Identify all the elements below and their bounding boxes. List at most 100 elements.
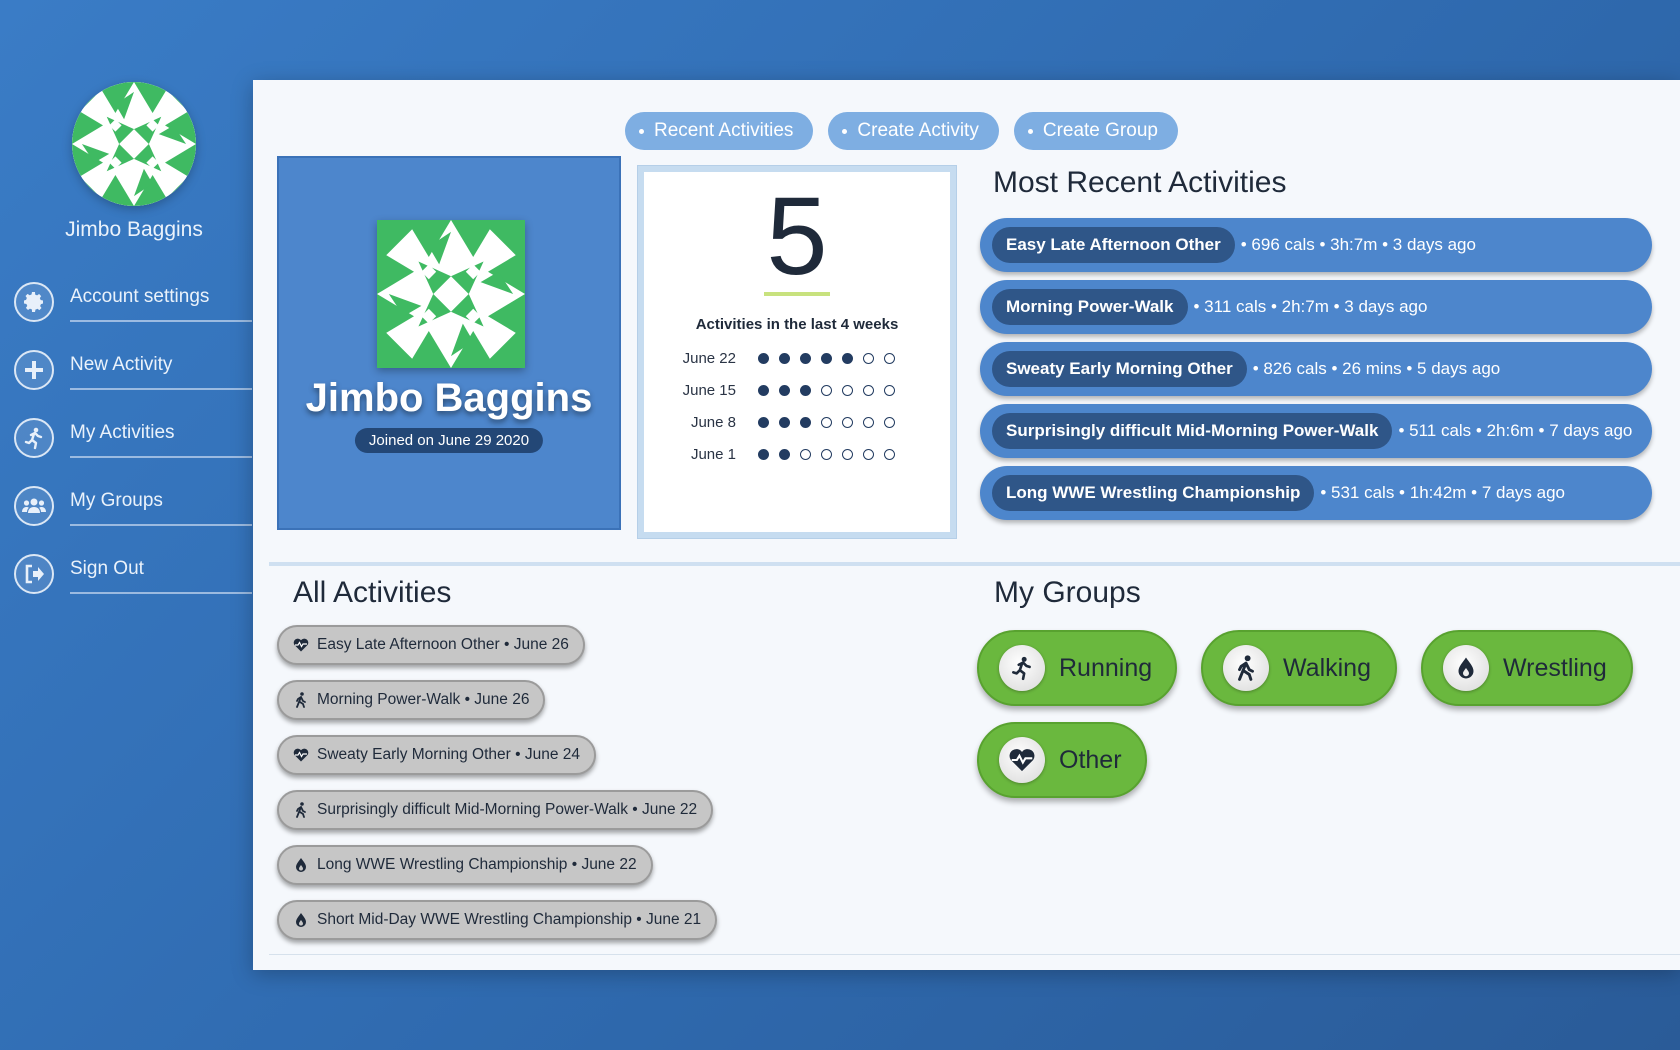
activity-meta: • 826 cals • 26 mins • 5 days ago <box>1252 359 1501 378</box>
users-icon <box>14 486 54 526</box>
sidebar-item-label: Account settings <box>70 286 252 322</box>
week-label: June 8 <box>690 413 736 431</box>
stats-title: Activities in the last 4 weeks <box>695 316 899 333</box>
joined-badge: Joined on June 29 2020 <box>354 428 544 453</box>
activity-list-item[interactable]: Short Mid-Day WWE Wrestling Championship… <box>277 900 718 940</box>
main-panel: Recent Activities Create Activity Create… <box>253 80 1680 970</box>
week-label: June 22 <box>682 349 736 367</box>
activity-name: Long WWE Wrestling Championship <box>992 475 1315 511</box>
recent-activity-row[interactable]: Morning Power-Walk • 311 cals • 2h:7m • 3… <box>980 280 1652 334</box>
activity-dot-filled <box>779 416 790 428</box>
activity-list-item[interactable]: Surprisingly difficult Mid-Morning Power… <box>277 790 714 830</box>
recent-activities-button[interactable]: Recent Activities <box>625 112 814 150</box>
recent-activity-row[interactable]: Sweaty Early Morning Other • 826 cals • 2… <box>980 342 1652 396</box>
sidebar-item-account-settings[interactable]: Account settings <box>12 278 252 346</box>
walking-icon <box>293 692 309 708</box>
week-dots <box>758 416 895 428</box>
recent-activity-row[interactable]: Easy Late Afternoon Other • 696 cals • 3h… <box>980 218 1652 272</box>
running-icon <box>14 418 54 458</box>
week-row: June 8 <box>670 406 910 438</box>
walking-icon <box>1223 645 1269 691</box>
recent-activity-row[interactable]: Surprisingly difficult Mid-Morning Power… <box>980 404 1652 458</box>
group-running[interactable]: Running <box>977 630 1177 706</box>
activity-meta: • 696 cals • 3h:7m • 3 days ago <box>1240 235 1476 254</box>
activity-dot-filled <box>800 416 811 428</box>
activity-stats-card: 5 Activities in the last 4 weeks June 22… <box>638 166 956 538</box>
activity-dot-filled <box>758 352 769 364</box>
activity-dot-filled <box>779 448 790 460</box>
activity-dot-empty <box>821 384 832 396</box>
section-divider <box>269 562 1680 566</box>
group-walking[interactable]: Walking <box>1201 630 1397 706</box>
activity-dot-empty <box>863 384 874 396</box>
week-dots <box>758 448 895 460</box>
week-row: June 22 <box>670 342 910 374</box>
sidebar-item-sign-out[interactable]: Sign Out <box>12 550 252 618</box>
group-label: Running <box>1059 653 1153 682</box>
sidebar-item-label: My Groups <box>70 490 252 526</box>
button-label: Create Group <box>1042 120 1158 141</box>
avatar[interactable] <box>72 82 196 206</box>
activity-list-text: Short Mid-Day WWE Wrestling Championship… <box>317 911 702 928</box>
sign-out-icon <box>14 554 54 594</box>
sidebar-item-label: New Activity <box>70 354 252 390</box>
activity-list-item[interactable]: Sweaty Early Morning Other • June 24 <box>277 735 597 775</box>
activity-dot-filled <box>821 352 832 364</box>
group-wrestling[interactable]: Wrestling <box>1421 630 1633 706</box>
group-other[interactable]: Other <box>977 722 1147 798</box>
bottom-divider <box>269 954 1680 955</box>
activity-count: 5 <box>766 175 828 298</box>
walking-icon <box>293 802 309 818</box>
activity-dot-filled <box>758 448 769 460</box>
recent-activities-list: Easy Late Afternoon Other • 696 cals • 3h… <box>980 218 1652 528</box>
activity-dot-empty <box>884 384 895 396</box>
button-label: Create Activity <box>857 120 979 141</box>
activity-name: Surprisingly difficult Mid-Morning Power… <box>992 413 1393 449</box>
activity-dot-empty <box>884 448 895 460</box>
sidebar-item-my-activities[interactable]: My Activities <box>12 414 252 482</box>
recent-activities-title: Most Recent Activities <box>993 166 1287 199</box>
create-group-button[interactable]: Create Group <box>1013 112 1178 150</box>
activity-list-text: Long WWE Wrestling Championship • June 2… <box>317 856 637 873</box>
activity-dot-filled <box>779 352 790 364</box>
activity-dot-filled <box>842 352 853 364</box>
activity-name: Easy Late Afternoon Other <box>992 227 1235 263</box>
count-underline <box>764 292 830 296</box>
activity-dot-empty <box>884 352 895 364</box>
weekly-activity-grid: June 22 June 15 June 8 June 1 <box>670 342 910 470</box>
recent-activity-row[interactable]: Long WWE Wrestling Championship • 531 cal… <box>980 466 1652 520</box>
activity-list-item[interactable]: Morning Power-Walk • June 26 <box>277 680 546 720</box>
group-label: Other <box>1059 745 1122 774</box>
activity-dot-empty <box>863 352 874 364</box>
activity-dot-filled <box>758 416 769 428</box>
activity-dot-filled <box>779 384 790 396</box>
activity-dot-filled <box>758 384 769 396</box>
activity-dot-empty <box>842 416 853 428</box>
week-row: June 1 <box>670 438 910 470</box>
sidebar-item-new-activity[interactable]: New Activity <box>12 346 252 414</box>
activity-dot-empty <box>884 416 895 428</box>
activity-list-text: Surprisingly difficult Mid-Morning Power… <box>317 801 698 818</box>
activity-name: Sweaty Early Morning Other <box>992 351 1247 387</box>
profile-name: Jimbo Baggins <box>305 376 593 420</box>
heart-icon <box>293 637 309 653</box>
week-dots <box>758 352 895 364</box>
activity-dot-empty <box>863 448 874 460</box>
activity-name: Morning Power-Walk <box>992 289 1188 325</box>
sidebar-item-my-groups[interactable]: My Groups <box>12 482 252 550</box>
sidebar-item-label: Sign Out <box>70 558 252 594</box>
create-activity-button[interactable]: Create Activity <box>828 112 999 150</box>
activity-list-item[interactable]: Easy Late Afternoon Other • June 26 <box>277 625 585 665</box>
gear-icon <box>14 282 54 322</box>
week-dots <box>758 384 895 396</box>
activity-list-text: Morning Power-Walk • June 26 <box>317 691 530 708</box>
activity-list-item[interactable]: Long WWE Wrestling Championship • June 2… <box>277 845 653 885</box>
activity-dot-empty <box>863 416 874 428</box>
sidebar-nav: Account settings New Activity My Activit… <box>12 278 252 618</box>
sidebar-item-label: My Activities <box>70 422 252 458</box>
activity-dot-empty <box>821 448 832 460</box>
activity-dot-empty <box>821 416 832 428</box>
all-activities-list: Easy Late Afternoon Other • June 26 Morn… <box>277 625 718 955</box>
activity-dot-empty <box>842 384 853 396</box>
activity-dot-empty <box>842 448 853 460</box>
